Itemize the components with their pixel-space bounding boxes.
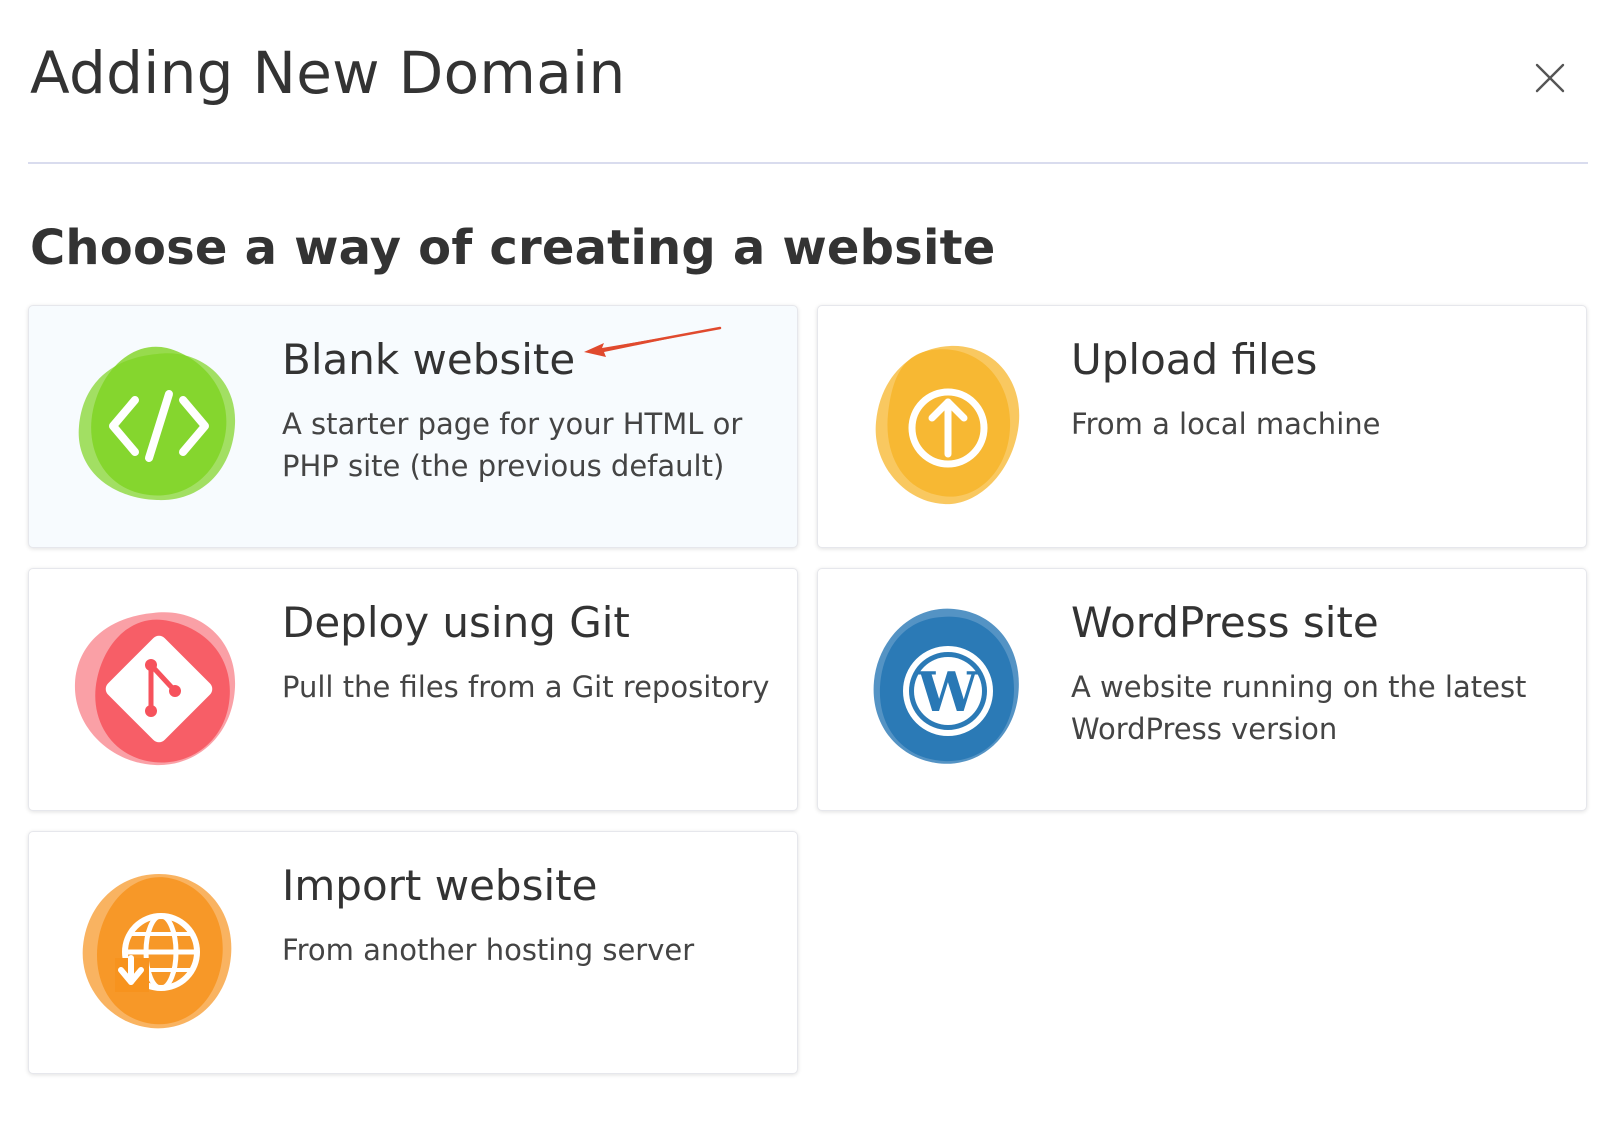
option-card-wordpress[interactable]: W WordPress site A website running on th…: [817, 568, 1587, 811]
code-icon: [78, 346, 236, 501]
card-description: A website running on the latest WordPres…: [1071, 670, 1527, 746]
wordpress-icon: W: [873, 608, 1019, 764]
card-title: Blank website: [282, 335, 576, 384]
close-button[interactable]: [1528, 56, 1572, 100]
card-title: Deploy using Git: [282, 598, 630, 647]
add-domain-dialog: Adding New Domain Choose a way of creati…: [0, 0, 1617, 1125]
import-globe-icon: [82, 874, 232, 1029]
card-description: A starter page for your HTML or PHP site…: [282, 407, 743, 483]
card-title: Import website: [282, 861, 598, 910]
option-card-blank-website[interactable]: Blank website A starter page for your HT…: [28, 305, 798, 548]
upload-icon: [875, 345, 1020, 505]
header-divider: [28, 162, 1588, 164]
card-description: Pull the files from a Git repository: [282, 670, 770, 704]
option-card-upload-files[interactable]: Upload files From a local machine: [817, 305, 1587, 548]
section-title: Choose a way of creating a website: [30, 220, 996, 276]
card-title: WordPress site: [1071, 598, 1379, 647]
card-description: From a local machine: [1071, 407, 1381, 441]
git-icon: [74, 612, 236, 766]
svg-text:W: W: [917, 660, 980, 724]
option-card-deploy-git[interactable]: Deploy using Git Pull the files from a G…: [28, 568, 798, 811]
dialog-title: Adding New Domain: [30, 39, 626, 107]
option-card-import-website[interactable]: Import website From another hosting serv…: [28, 831, 798, 1074]
card-description: From another hosting server: [282, 933, 695, 967]
card-title: Upload files: [1071, 335, 1318, 384]
close-icon: [1535, 63, 1565, 93]
